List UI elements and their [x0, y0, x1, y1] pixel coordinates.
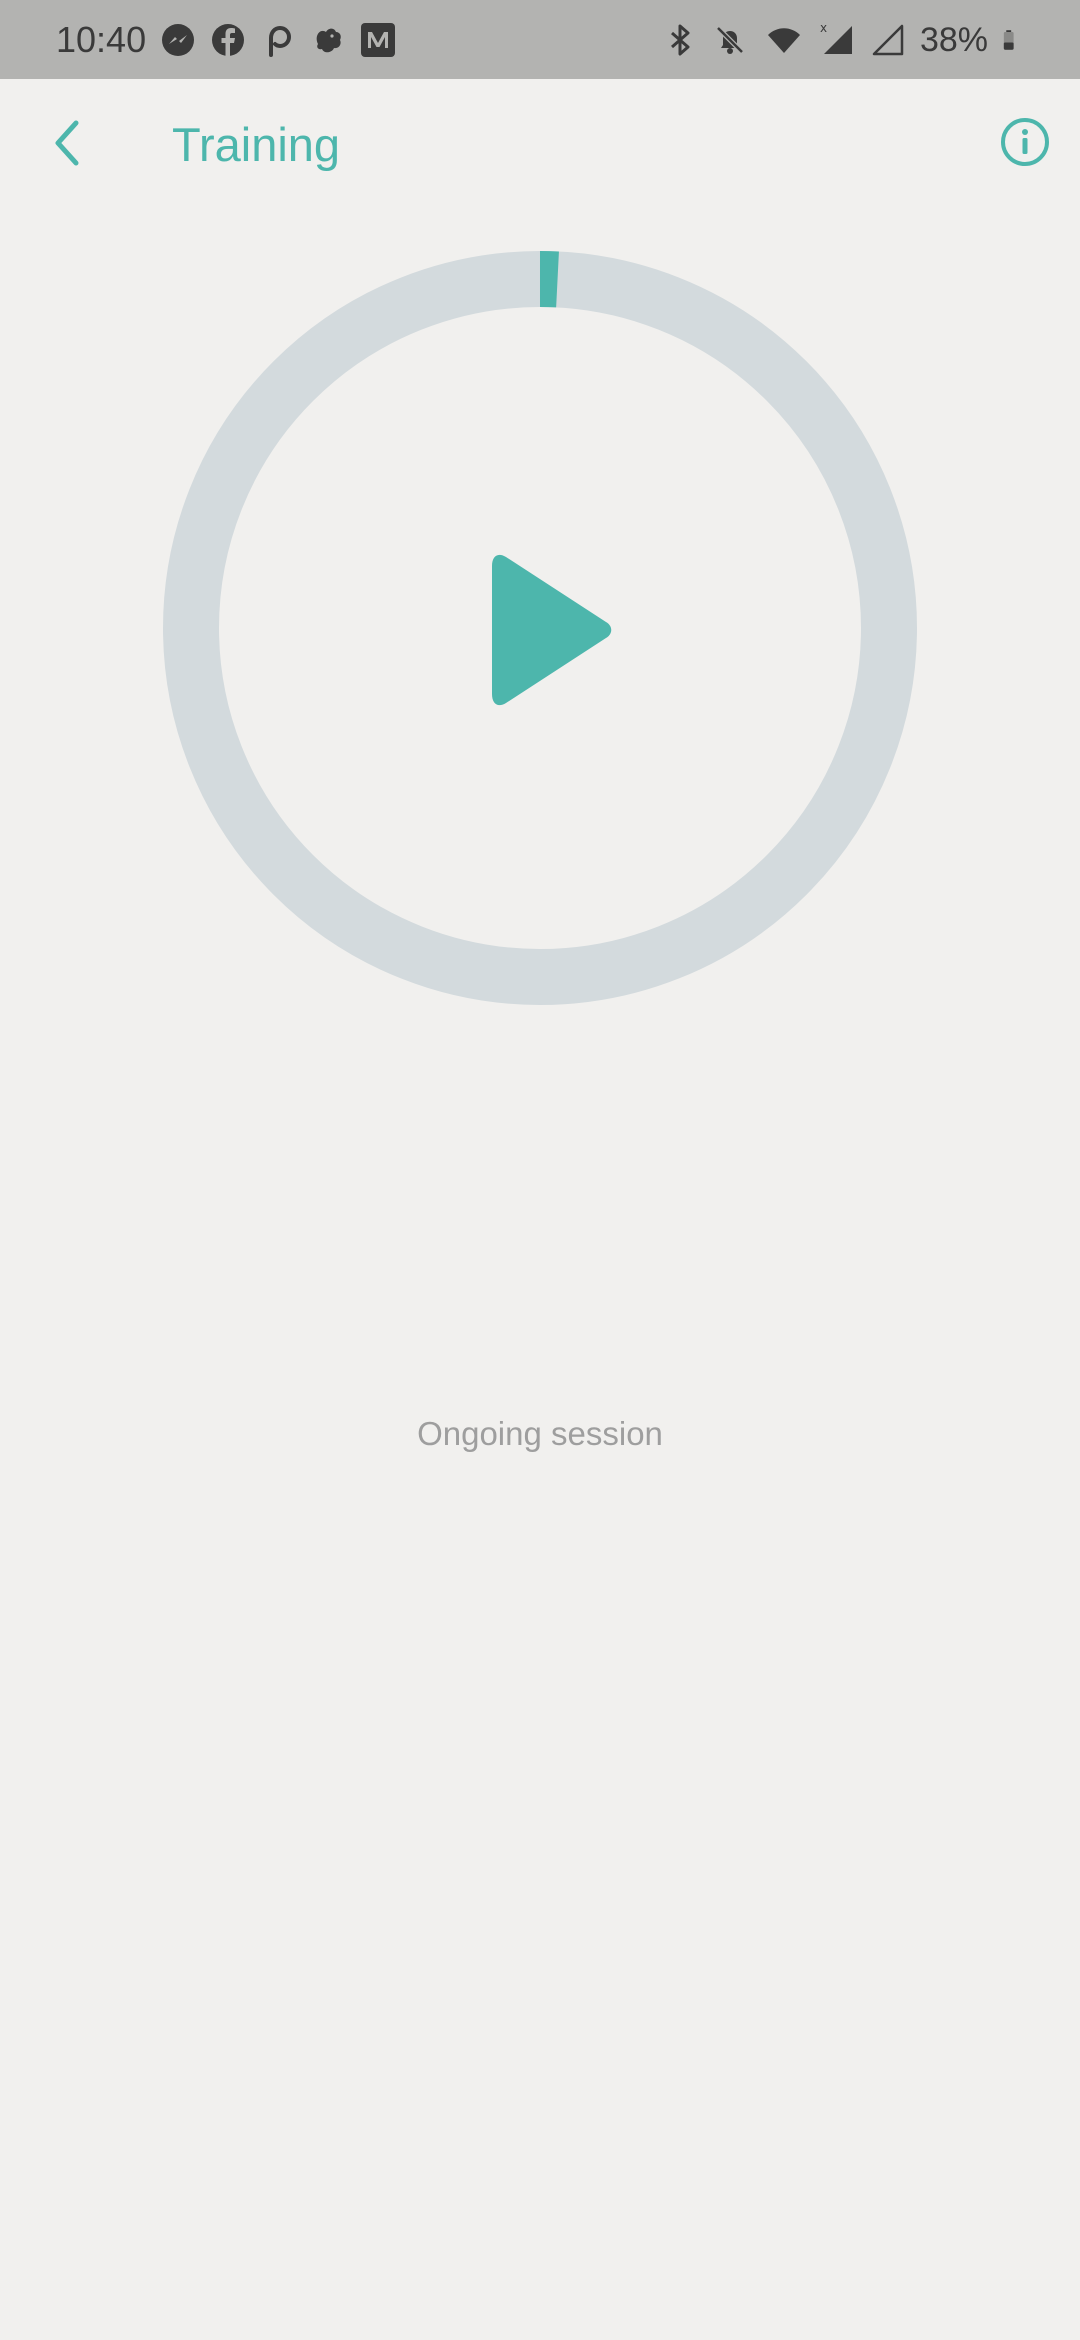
session-status-label: Ongoing session	[417, 1415, 663, 1452]
play-icon	[492, 554, 612, 706]
play-button[interactable]	[470, 540, 630, 720]
